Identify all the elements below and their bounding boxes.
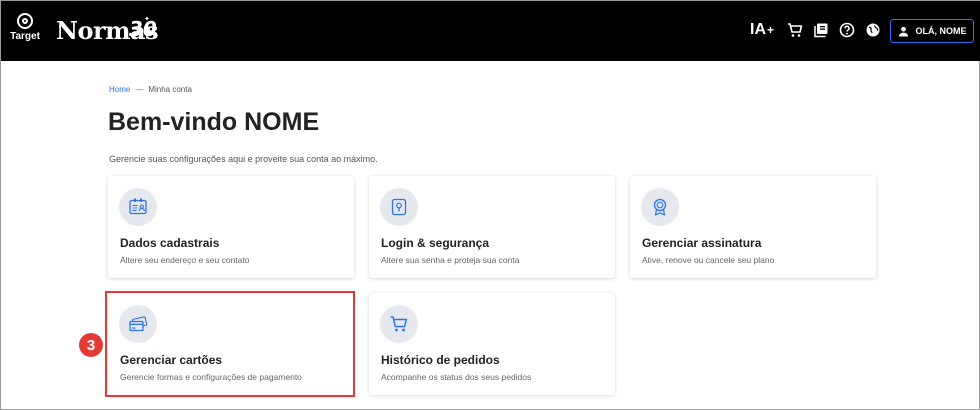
- card-dados-cadastrais[interactable]: Dados cadastrais Altere seu endereço e s…: [108, 176, 354, 278]
- card-title: Gerenciar assinatura: [642, 236, 762, 250]
- card-title: Login & segurança: [381, 236, 490, 250]
- cart-icon[interactable]: [787, 22, 803, 38]
- card-icon-circle: [119, 188, 157, 226]
- step-badge: 3: [79, 333, 103, 357]
- anniversary-star-icon: ✦: [144, 16, 150, 23]
- target-logo-text: Target: [10, 31, 40, 42]
- lock-icon: [391, 198, 407, 216]
- library-icon[interactable]: [813, 22, 829, 38]
- breadcrumb: Home — Minha conta: [109, 85, 192, 94]
- user-account-button[interactable]: OLÁ, NOME: [890, 19, 974, 43]
- ia-button[interactable]: IA+: [750, 21, 774, 39]
- card-description: Altere seu endereço e seu contato: [120, 255, 250, 265]
- breadcrumb-current: Minha conta: [148, 85, 192, 94]
- card-description: Ative, renove ou cancele seu plano: [642, 255, 775, 265]
- page-subtitle: Gerencie suas configurações aqui e prove…: [109, 154, 378, 164]
- card-historico-pedidos[interactable]: Histórico de pedidos Acompanhe os status…: [369, 293, 615, 395]
- card-icon-circle: [380, 188, 418, 226]
- highlight-box: [105, 291, 355, 397]
- card-gerenciar-assinatura[interactable]: Gerenciar assinatura Ative, renove ou ca…: [630, 176, 876, 278]
- help-icon[interactable]: [839, 22, 855, 38]
- card-title: Histórico de pedidos: [381, 353, 500, 367]
- card-login-seguranca[interactable]: Login & segurança Altere sua senha e pro…: [369, 176, 615, 278]
- card-description: Acompanhe os status dos seus pedidos: [381, 372, 532, 382]
- user-icon: [898, 26, 908, 37]
- globe-icon[interactable]: [865, 22, 881, 38]
- breadcrumb-separator: —: [135, 85, 144, 94]
- breadcrumb-home-link[interactable]: Home: [109, 85, 130, 94]
- ia-plus: +: [767, 23, 775, 37]
- top-bar: Target Normas 30 ✦ IA+ OLÁ, NOME: [1, 1, 980, 61]
- card-icon-circle: [380, 305, 418, 343]
- card-icon-circle: [641, 188, 679, 226]
- ia-label: IA: [750, 21, 766, 38]
- card-description: Altere sua senha e proteja sua conta: [381, 255, 520, 265]
- card-title: Dados cadastrais: [120, 236, 220, 250]
- page-title: Bem-vindo NOME: [108, 108, 320, 136]
- target-logo[interactable]: Target: [9, 13, 41, 42]
- target-logo-icon: [17, 13, 33, 29]
- id-card-icon: [129, 198, 147, 215]
- user-button-label: OLÁ, NOME: [915, 26, 967, 36]
- cart-icon: [390, 316, 408, 332]
- award-icon: [653, 198, 667, 216]
- anniversary-logo: 30: [129, 17, 157, 41]
